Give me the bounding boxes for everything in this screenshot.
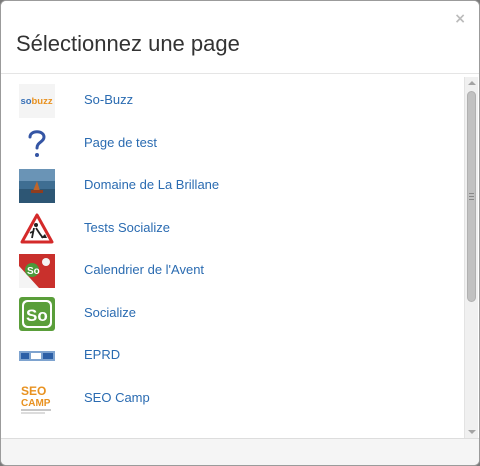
advent-calendar-icon: So — [19, 254, 55, 288]
page-link-eprd[interactable]: EPRD — [84, 347, 120, 362]
page-list: so buzz So-Buzz Page de test Domaine de … — [1, 75, 479, 438]
select-page-dialog: Sélectionnez une page × so buzz So-Buzz — [0, 0, 480, 466]
question-mark-icon — [19, 127, 55, 161]
list-item-page[interactable]: Tests Socialize — [1, 213, 479, 272]
scrollbar-thumb[interactable] — [467, 91, 476, 302]
sobuzz-logo-icon: so buzz — [19, 84, 55, 118]
dialog-body: so buzz So-Buzz Page de test Domaine de … — [1, 75, 479, 438]
svg-text:So: So — [27, 266, 40, 277]
seo-camp-logo-icon: SEO CAMP — [19, 382, 55, 416]
page-link-brillane[interactable]: Domaine de La Brillane — [84, 177, 219, 192]
page-link-test[interactable]: Page de test — [84, 135, 157, 150]
close-button[interactable]: × — [454, 12, 466, 26]
list-item-page[interactable]: So Calendrier de l'Avent — [1, 254, 479, 314]
scroll-down-arrow-icon[interactable] — [468, 430, 476, 434]
vertical-scrollbar[interactable] — [464, 77, 478, 438]
svg-text:so: so — [21, 96, 32, 107]
grip-icon — [469, 193, 474, 200]
svg-text:SEO: SEO — [21, 384, 46, 398]
page-link-socialize[interactable]: Socialize — [84, 305, 136, 320]
eprd-logo-icon — [19, 339, 55, 373]
list-item-page[interactable]: SEO CAMP SEO Camp — [1, 384, 479, 439]
page-link-advent[interactable]: Calendrier de l'Avent — [84, 262, 204, 277]
dialog-title: Sélectionnez une page — [16, 31, 240, 56]
svg-text:buzz: buzz — [32, 96, 53, 107]
scroll-up-arrow-icon[interactable] — [468, 81, 476, 85]
page-link-sobuzz[interactable]: So-Buzz — [84, 92, 133, 107]
dialog-footer — [1, 438, 479, 465]
socialize-logo-icon: So — [19, 296, 55, 331]
vineyard-photo-icon — [19, 169, 55, 203]
list-item-page[interactable]: So Socialize — [1, 296, 479, 357]
svg-text:CAMP: CAMP — [21, 398, 51, 409]
list-item-page[interactable]: so buzz So-Buzz — [1, 84, 479, 144]
list-item-page[interactable]: Page de test — [1, 129, 479, 187]
page-link-tests-socialize[interactable]: Tests Socialize — [84, 220, 170, 235]
roadwork-sign-icon — [19, 212, 55, 246]
list-item-page[interactable]: EPRD — [1, 347, 479, 399]
page-link-seo-camp[interactable]: SEO Camp — [84, 390, 150, 405]
list-item-page[interactable]: Domaine de La Brillane — [1, 169, 479, 229]
dialog-header: Sélectionnez une page × — [1, 1, 479, 74]
svg-text:So: So — [26, 306, 48, 325]
